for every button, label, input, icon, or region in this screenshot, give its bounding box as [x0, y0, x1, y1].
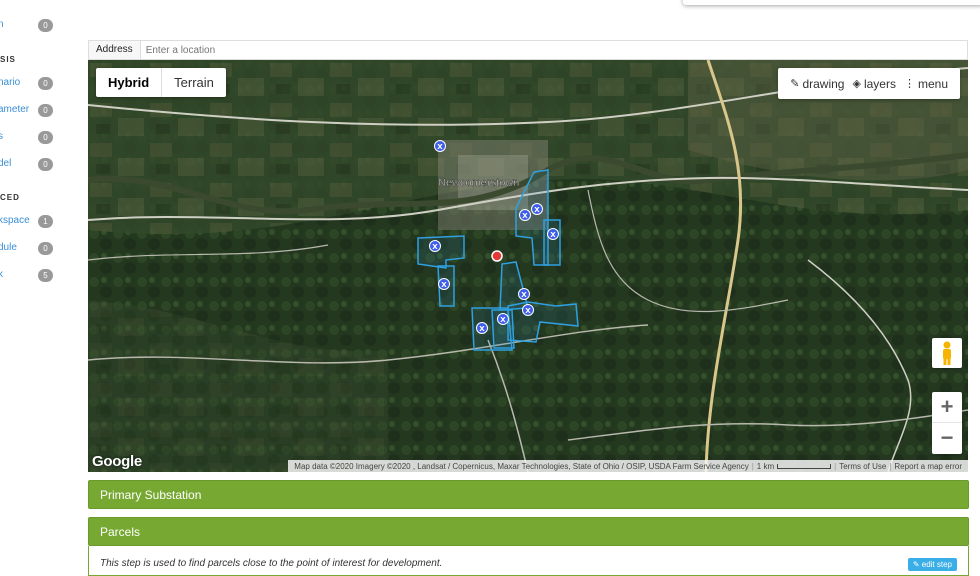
map-type-hybrid[interactable]: Hybrid [96, 68, 163, 97]
svg-text:X: X [525, 307, 531, 315]
svg-text:X: X [550, 231, 556, 239]
count-badge: 5 [38, 269, 53, 282]
panel-primary-substation[interactable]: Primary Substation [88, 480, 969, 509]
sidebar-item-label: del [0, 158, 12, 169]
map-attribution: Map data ©2020 Imagery ©2020 , Landsat /… [288, 460, 968, 472]
address-bar: Address [88, 40, 968, 60]
map-canvas[interactable]: Newcomerstown XXX XXX XXX X Hybrid Terra… [88, 60, 968, 472]
sidebar-item-scenario[interactable]: nario 0 [0, 76, 62, 92]
sidebar-item-label: ameter [0, 104, 30, 115]
sidebar-item-label: kspace [0, 215, 30, 226]
drawing-button[interactable]: ✎ drawing [790, 77, 844, 91]
pencil-icon: ✎ [790, 78, 800, 90]
sidebar-item-k[interactable]: k 5 [0, 268, 62, 284]
sidebar-item-s[interactable]: s 0 [0, 130, 62, 146]
count-badge: 0 [38, 131, 53, 144]
map-toolbar: ✎ drawing ◈ layers ⋮ menu [778, 68, 960, 99]
sidebar-item-label: nario [0, 77, 21, 88]
dropdown-card-edge [683, 0, 980, 5]
svg-text:X: X [437, 143, 443, 151]
satellite-imagery: Newcomerstown XXX XXX XXX X [88, 60, 968, 472]
count-badge: 1 [38, 215, 53, 228]
drawing-label: drawing [802, 76, 845, 91]
svg-text:X: X [522, 212, 528, 220]
google-logo: Google [92, 453, 142, 470]
zoom-out-button[interactable]: − [932, 423, 962, 454]
sidebar-item-label: n [0, 19, 4, 30]
layers-icon: ◈ [852, 78, 861, 90]
sidebar-item-label: s [0, 131, 3, 142]
poi-marker[interactable] [491, 250, 503, 262]
town-label: Newcomerstown [438, 177, 519, 189]
menu-button[interactable]: ⋮ menu [904, 77, 948, 91]
map-type-terrain[interactable]: Terrain [162, 68, 226, 97]
count-badge: 0 [38, 104, 53, 117]
parcels-description: This step is used to find parcels close … [100, 558, 443, 569]
scale-label: 1 km [754, 462, 834, 471]
svg-text:X: X [479, 325, 485, 333]
count-badge: 0 [38, 77, 53, 90]
count-badge: 0 [38, 158, 53, 171]
panel-parcels-body: This step is used to find parcels close … [88, 546, 969, 576]
map-type-control: Hybrid Terrain [96, 68, 226, 97]
edit-step-button[interactable]: ✎ edit step [907, 558, 957, 571]
pegman-icon [943, 341, 951, 365]
sidebar-item-parameter[interactable]: ameter 0 [0, 103, 62, 119]
scale-bar [777, 463, 832, 469]
svg-text:X: X [441, 281, 447, 289]
sidebar-item-module[interactable]: dule 0 [0, 241, 62, 257]
count-badge: 0 [38, 19, 53, 32]
address-label: Address [89, 41, 141, 59]
kebab-icon: ⋮ [903, 78, 915, 90]
section-heading-analysis: SIS [0, 55, 16, 64]
sidebar-item-model[interactable]: del 0 [0, 157, 62, 173]
map-data-credit: Map data ©2020 Imagery ©2020 , Landsat /… [294, 461, 749, 471]
report-error-link[interactable]: Report a map error [891, 462, 965, 471]
svg-text:X: X [521, 291, 527, 299]
pencil-icon: ✎ [912, 560, 922, 569]
sidebar-item-workspace[interactable]: kspace 1 [0, 214, 62, 230]
address-input[interactable] [140, 44, 967, 56]
svg-text:X: X [500, 316, 506, 324]
svg-text:X: X [432, 243, 438, 251]
edit-step-label: edit step [921, 560, 952, 569]
sidebar-item-label: dule [0, 242, 17, 253]
sidebar-item-top[interactable]: n 0 [0, 18, 62, 34]
menu-label: menu [917, 76, 948, 91]
zoom-control: + − [932, 392, 962, 454]
sidebar: n 0 SIS nario 0 ameter 0 s 0 del 0 CED k… [0, 0, 62, 569]
panel-parcels[interactable]: Parcels [88, 517, 969, 546]
layers-button[interactable]: ◈ layers [852, 77, 895, 91]
terms-link[interactable]: Terms of Use [836, 462, 889, 471]
layers-label: layers [863, 76, 896, 91]
zoom-in-button[interactable]: + [932, 392, 962, 423]
street-view-pegman[interactable] [932, 338, 962, 368]
section-heading-advanced: CED [0, 193, 20, 202]
sidebar-item-label: k [0, 269, 3, 280]
svg-text:X: X [534, 206, 540, 214]
count-badge: 0 [38, 242, 53, 255]
